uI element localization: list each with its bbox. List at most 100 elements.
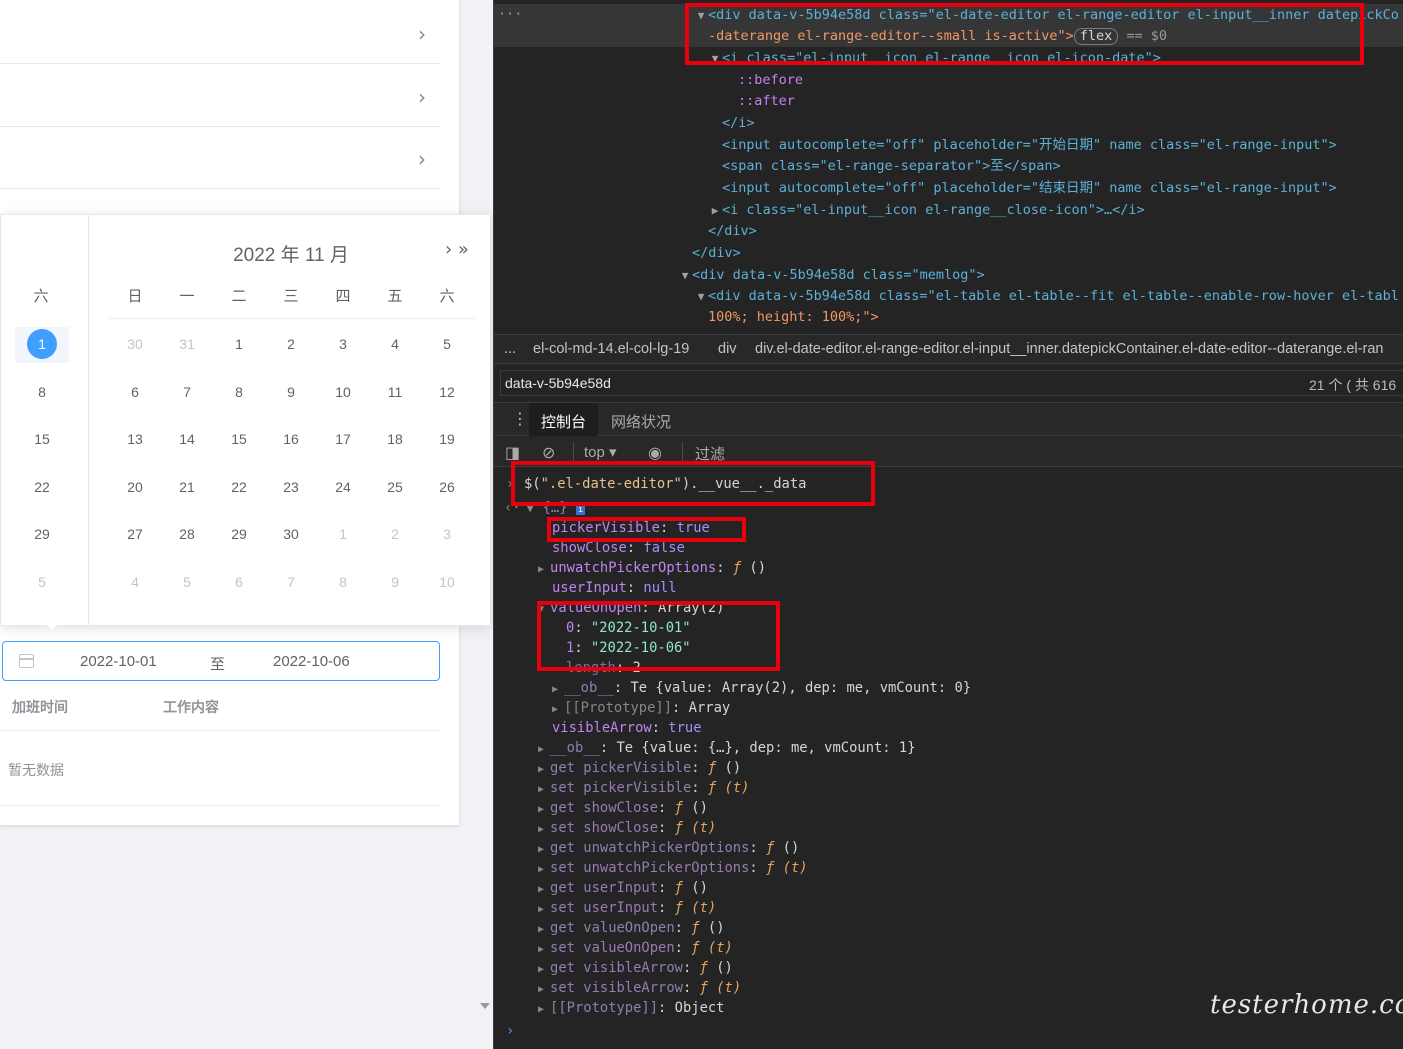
day-cell[interactable]: 1 (219, 329, 259, 359)
day-cell[interactable]: 30 (271, 519, 311, 549)
console-line[interactable]: ▶ [[Prototype]]: Object (538, 1000, 724, 1016)
console-line[interactable]: ▶ set userInput: ƒ (t) (538, 900, 716, 916)
day-cell[interactable]: 22 (219, 472, 259, 502)
day-cell[interactable]: 10 (323, 377, 363, 407)
day-cell[interactable]: 3 (427, 519, 467, 549)
tab-console[interactable]: 控制台 (529, 403, 599, 436)
menu-row[interactable]: › (0, 127, 440, 189)
context-select[interactable]: top ▾ (584, 443, 617, 461)
day-cell[interactable]: 19 (427, 424, 467, 454)
console-line[interactable]: ▶ [[Prototype]]: Array (552, 700, 730, 716)
day-cell[interactable]: 15 (219, 424, 259, 454)
day-cell[interactable]: 13 (115, 424, 155, 454)
day-cell[interactable]: 18 (375, 424, 415, 454)
eye-icon[interactable]: ◉ (648, 443, 662, 463)
dom-line[interactable]: </i> (722, 113, 755, 134)
day-cell[interactable]: 26 (427, 472, 467, 502)
dom-line[interactable]: ▼ <div data-v-5b94e58d class="memlog"> (678, 265, 985, 286)
day-cell[interactable]: 5 (167, 567, 207, 597)
console-prompt[interactable]: › (506, 1023, 514, 1039)
day-cell[interactable]: 30 (115, 329, 155, 359)
console-line[interactable]: ▶ set pickerVisible: ƒ (t) (538, 780, 749, 796)
dom-line[interactable]: ::after (738, 91, 795, 112)
breadcrumb-item[interactable]: div (718, 341, 737, 357)
day-cell[interactable]: 5 (22, 567, 62, 597)
sidebar-toggle-icon[interactable]: ◨ (505, 443, 520, 463)
console-line[interactable]: ▶ set visibleArrow: ƒ (t) (538, 980, 741, 996)
day-cell[interactable]: 1 (323, 519, 363, 549)
console-line[interactable]: ▶ set showClose: ƒ (t) (538, 820, 716, 836)
console-line[interactable]: visibleArrow: true (552, 720, 702, 736)
console-line[interactable]: ▶ set valueOnOpen: ƒ (t) (538, 940, 733, 956)
day-cell[interactable]: 29 (219, 519, 259, 549)
day-cell[interactable]: 23 (271, 472, 311, 502)
day-cell[interactable]: 4 (375, 329, 415, 359)
breadcrumb-item[interactable]: el-col-md-14.el-col-lg-19 (533, 341, 689, 357)
console-line[interactable]: ▶ get unwatchPickerOptions: ƒ () (538, 840, 799, 856)
console-line[interactable]: showClose: false (552, 540, 685, 556)
day-cell[interactable]: 10 (427, 567, 467, 597)
day-cell[interactable]: 3 (323, 329, 363, 359)
day-cell[interactable]: 31 (167, 329, 207, 359)
console-line[interactable]: ▶ __ob__: Te {value: {…}, dep: me, vmCou… (538, 740, 916, 756)
day-cell[interactable]: 22 (22, 472, 62, 502)
dom-line[interactable]: <input autocomplete="off" placeholder="开… (722, 135, 1337, 156)
range-start-input[interactable]: 2022-10-01 (80, 653, 157, 670)
search-input[interactable]: data-v-5b94e58d (505, 375, 611, 391)
search-bar[interactable]: data-v-5b94e58d 21 个 ( 共 616 (500, 370, 1403, 396)
day-cell[interactable]: 6 (115, 377, 155, 407)
day-cell[interactable]: 8 (323, 567, 363, 597)
day-cell[interactable]: 16 (271, 424, 311, 454)
breadcrumb-item-active[interactable]: div.el-date-editor.el-range-editor.el-in… (755, 341, 1383, 357)
console-line[interactable]: ▶ get visibleArrow: ƒ () (538, 960, 733, 976)
console-line[interactable]: ▶ get userInput: ƒ () (538, 880, 708, 896)
day-cell[interactable]: 7 (167, 377, 207, 407)
dom-line[interactable]: <span class="el-range-separator">至</span… (722, 156, 1061, 177)
tab-network-conditions[interactable]: 网络状况 (611, 411, 671, 432)
dom-line[interactable]: <input autocomplete="off" placeholder="结… (722, 178, 1337, 199)
console-line[interactable]: ▶ get showClose: ƒ () (538, 800, 708, 816)
dom-line[interactable]: ::before (738, 70, 803, 91)
clear-console-icon[interactable]: ⊘ (542, 443, 555, 463)
day-cell[interactable]: 28 (167, 519, 207, 549)
scroll-down-icon[interactable] (480, 1003, 490, 1009)
day-cell[interactable]: 6 (219, 567, 259, 597)
day-cell[interactable]: 25 (375, 472, 415, 502)
day-cell[interactable]: 11 (375, 377, 415, 407)
dom-line[interactable]: ▼ <div data-v-5b94e58d class="el-table el… (694, 286, 1399, 307)
menu-row[interactable]: › (0, 65, 440, 127)
day-cell[interactable]: 24 (323, 472, 363, 502)
more-icon[interactable]: ··· (498, 4, 522, 25)
console-line[interactable]: ▶ set unwatchPickerOptions: ƒ (t) (538, 860, 808, 876)
day-cell[interactable]: 27 (115, 519, 155, 549)
next-month-buttons[interactable]: › » (445, 239, 469, 260)
dom-line[interactable]: </div> (708, 221, 757, 242)
day-cell[interactable]: 15 (22, 424, 62, 454)
day-cell[interactable]: 29 (22, 519, 62, 549)
day-cell[interactable]: 5 (427, 329, 467, 359)
day-cell[interactable]: 12 (427, 377, 467, 407)
menu-row[interactable]: › (0, 2, 440, 64)
day-cell-selected[interactable]: 1 (22, 329, 62, 359)
dom-line[interactable]: </div> (692, 243, 741, 264)
console-line[interactable]: userInput: null (552, 580, 677, 596)
range-end-input[interactable]: 2022-10-06 (273, 653, 350, 670)
console-line[interactable]: ▶ unwatchPickerOptions: ƒ () (538, 560, 766, 576)
date-range-picker[interactable]: 2022-10-01 至 2022-10-06 (2, 641, 440, 681)
dom-line[interactable]: 100%; height: 100%;"> (708, 307, 879, 328)
console-line[interactable]: ▶ get valueOnOpen: ƒ () (538, 920, 725, 936)
day-cell[interactable]: 21 (167, 472, 207, 502)
breadcrumb-overflow[interactable]: ... (504, 341, 516, 357)
day-cell[interactable]: 2 (271, 329, 311, 359)
day-cell[interactable]: 8 (22, 377, 62, 407)
day-cell[interactable]: 20 (115, 472, 155, 502)
day-cell[interactable]: 14 (167, 424, 207, 454)
day-cell[interactable]: 7 (271, 567, 311, 597)
kebab-menu-icon[interactable]: ⋮ (512, 409, 528, 429)
dom-line[interactable]: ▶ <i class="el-input__icon el-range__clos… (708, 200, 1145, 221)
day-cell[interactable]: 8 (219, 377, 259, 407)
day-cell[interactable]: 2 (375, 519, 415, 549)
console-line[interactable]: ▶ __ob__: Te {value: Array(2), dep: me, … (552, 680, 971, 696)
day-cell[interactable]: 9 (375, 567, 415, 597)
day-cell[interactable]: 4 (115, 567, 155, 597)
